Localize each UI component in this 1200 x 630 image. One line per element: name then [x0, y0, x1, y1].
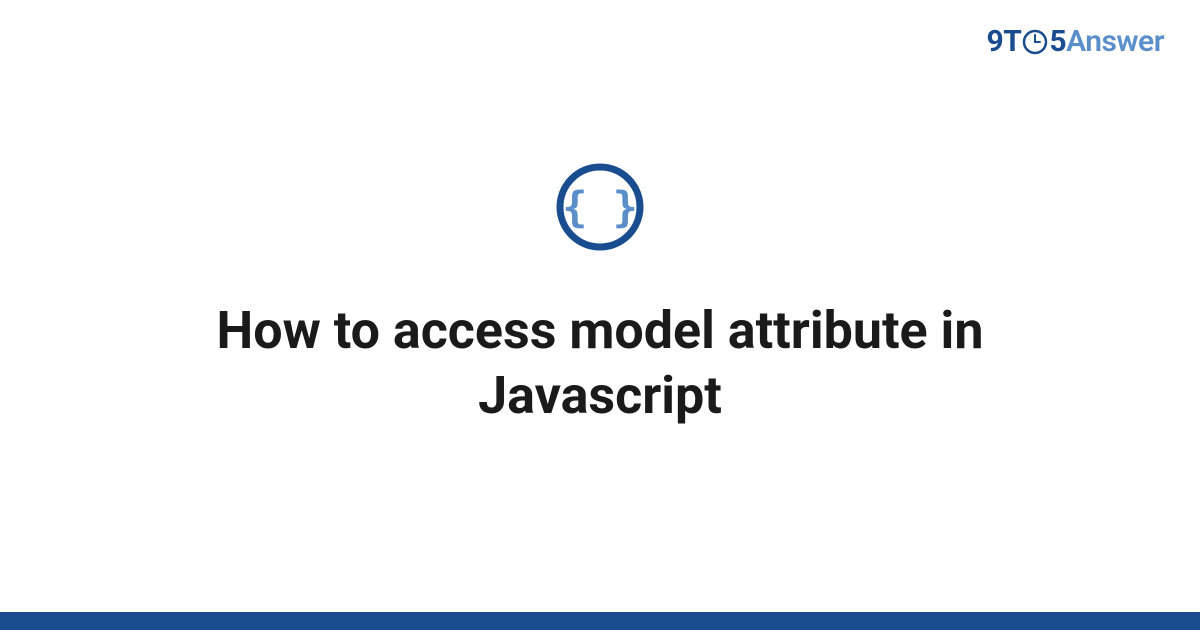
svg-text:{ }: { } — [562, 183, 638, 232]
page-title: How to access model attribute in Javascr… — [100, 298, 1100, 428]
curly-braces-icon: { } — [555, 162, 645, 256]
brand-part-answer: Answer — [1066, 24, 1164, 59]
brand-part-5: 5 — [1049, 24, 1066, 59]
brand-logo: 9T 5 Answer — [987, 24, 1164, 59]
brand-part-9t: 9T — [987, 24, 1022, 59]
clock-icon — [1022, 29, 1048, 55]
main-content: { } How to access model attribute in Jav… — [0, 0, 1200, 630]
footer-accent-bar — [0, 612, 1200, 630]
